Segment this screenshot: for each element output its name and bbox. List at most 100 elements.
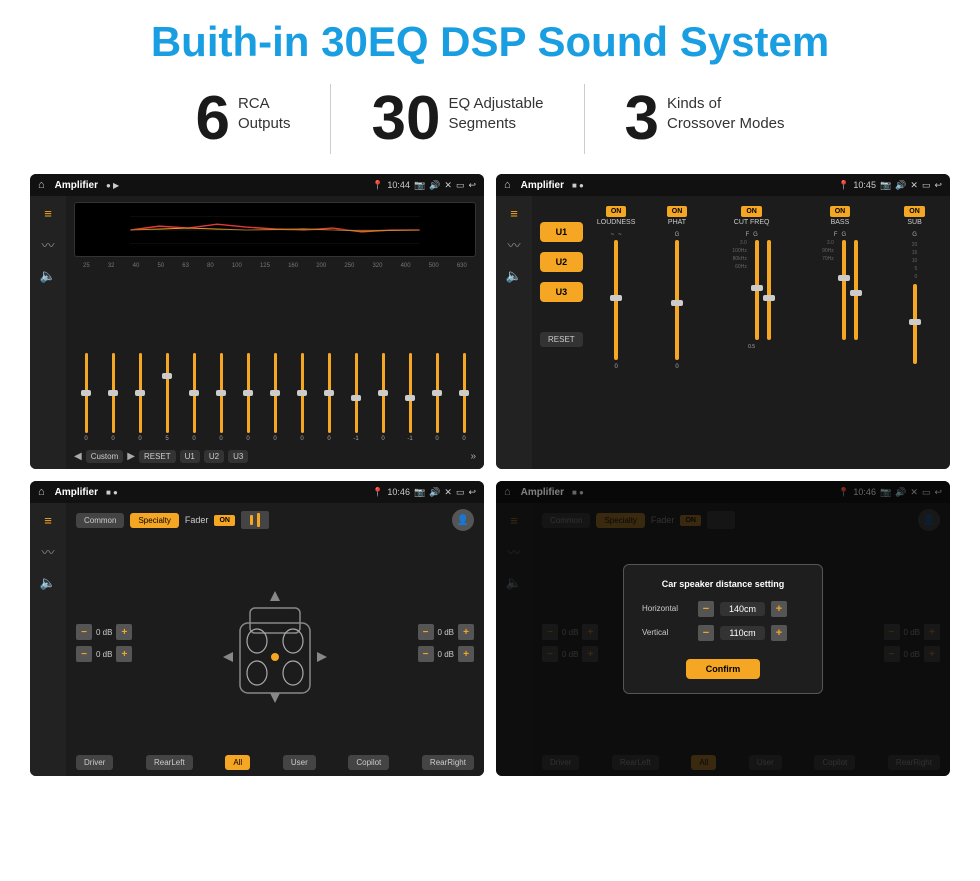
- xo-phat-label: PHAT: [668, 219, 686, 226]
- stat-number-eq: 30: [371, 88, 440, 150]
- volume-icon: 🔊: [429, 180, 440, 191]
- xo-sub-label: SUB: [907, 219, 921, 226]
- xo-location-icon: 📍: [838, 180, 849, 191]
- fader-main-content: Common Specialty Fader ON 👤: [66, 503, 484, 776]
- eq-slider-14: 0: [425, 353, 449, 442]
- fader-volume-icon: 🔊: [429, 487, 440, 498]
- dialog-vertical-row: Vertical − 110cm +: [642, 625, 804, 641]
- eq-wave-icon[interactable]: 〰: [41, 235, 54, 254]
- xo-u3-btn[interactable]: U3: [540, 282, 583, 302]
- eq-slider-10: 0: [317, 353, 341, 442]
- fader-on-btn[interactable]: ON: [214, 515, 235, 526]
- fader-db1-minus[interactable]: −: [76, 624, 92, 640]
- fader-all-btn[interactable]: All: [225, 755, 250, 770]
- xo-u1-btn[interactable]: U1: [540, 222, 583, 242]
- eq-next-arrow[interactable]: ▶: [127, 451, 135, 462]
- xo-filter-icon[interactable]: ≡: [510, 206, 518, 221]
- fader-home-icon: ⌂: [38, 486, 45, 498]
- xo-wave-icon[interactable]: 〰: [507, 235, 520, 254]
- stat-number-crossover: 3: [625, 88, 659, 150]
- stat-eq: 30 EQ AdjustableSegments: [331, 88, 583, 150]
- confirm-button[interactable]: Confirm: [686, 659, 761, 679]
- fader-common-tab[interactable]: Common: [76, 513, 124, 528]
- dialog-vertical-value: 110cm: [720, 626, 765, 640]
- close-icon: ✕: [444, 180, 452, 191]
- xo-speaker-icon[interactable]: 🔈: [506, 268, 522, 284]
- fader-camera-icon: 📷: [414, 487, 425, 498]
- xo-sub-on[interactable]: ON: [904, 206, 925, 217]
- xo-u2-btn[interactable]: U2: [540, 252, 583, 272]
- xo-bass-on[interactable]: ON: [830, 206, 851, 217]
- fader-copilot-btn[interactable]: Copilot: [348, 755, 389, 770]
- xo-minimize-icon: ▭: [922, 180, 931, 191]
- xo-side-icons: ≡ 〰 🔈: [496, 196, 532, 469]
- xo-loudness-thumb[interactable]: [610, 295, 622, 301]
- dialog-horizontal-row: Horizontal − 140cm +: [642, 601, 804, 617]
- xo-cutfreq-track2: [767, 240, 771, 340]
- fader-driver-btn[interactable]: Driver: [76, 755, 113, 770]
- fader-db3-minus[interactable]: −: [418, 624, 434, 640]
- fader-wave-icon[interactable]: 〰: [41, 542, 54, 561]
- fader-db1-plus[interactable]: +: [116, 624, 132, 640]
- dialog-vertical-minus[interactable]: −: [698, 625, 714, 641]
- xo-bass-thumb1[interactable]: [838, 275, 850, 281]
- fader-db3-plus[interactable]: +: [458, 624, 474, 640]
- location-icon: 📍: [372, 180, 383, 191]
- xo-sub-sublabel: G: [912, 232, 917, 238]
- xo-channels: ON LOUDNESS ~ ~ 0: [589, 202, 942, 463]
- xo-reset-btn[interactable]: RESET: [540, 332, 583, 347]
- eq-slider-11: -1: [344, 353, 368, 442]
- xo-phat-on[interactable]: ON: [667, 206, 688, 217]
- xo-phat-thumb[interactable]: [671, 300, 683, 306]
- xo-sub-thumb[interactable]: [909, 319, 921, 325]
- fader-location-icon: 📍: [372, 487, 383, 498]
- fader-db4-minus[interactable]: −: [418, 646, 434, 662]
- fader-db2-minus[interactable]: −: [76, 646, 92, 662]
- eq-u3-btn[interactable]: U3: [228, 450, 248, 463]
- xo-bass-tracks: 3.0 90Hz 70Hz: [822, 240, 858, 340]
- fader-specialty-tab[interactable]: Specialty: [130, 513, 178, 528]
- fader-time: 10:46: [387, 487, 410, 497]
- fader-controls-row: − 0 dB + − 0 dB +: [76, 537, 474, 749]
- xo-loudness-on[interactable]: ON: [606, 206, 627, 217]
- xo-bass-thumb2[interactable]: [850, 290, 862, 296]
- eq-expand-arrow[interactable]: »: [470, 451, 476, 462]
- xo-loudness-value: 0: [614, 364, 617, 370]
- xo-loudness: ON LOUDNESS ~ ~ 0: [589, 206, 644, 463]
- eq-u1-btn[interactable]: U1: [180, 450, 200, 463]
- xo-cutfreq-thumb2[interactable]: [763, 295, 775, 301]
- eq-slider-4: 5: [155, 353, 179, 442]
- screenshots-grid: ⌂ Amplifier ● ▶ 📍 10:44 📷 🔊 ✕ ▭ ↩ ≡ 〰: [30, 174, 950, 776]
- fader-rearleft-btn[interactable]: RearLeft: [146, 755, 193, 770]
- fader-user-btn[interactable]: User: [283, 755, 316, 770]
- xo-status-right: 📍 10:45 📷 🔊 ✕ ▭ ↩: [838, 180, 942, 191]
- fader-db2-plus[interactable]: +: [116, 646, 132, 662]
- fader-rearright-btn[interactable]: RearRight: [422, 755, 474, 770]
- crossover-screen: ⌂ Amplifier ■ ● 📍 10:45 📷 🔊 ✕ ▭ ↩ ≡ 〰 🔈: [496, 174, 950, 469]
- stat-label-crossover: Kinds ofCrossover Modes: [667, 88, 785, 133]
- eq-filter-icon[interactable]: ≡: [44, 206, 52, 221]
- eq-slider-6: 0: [209, 353, 233, 442]
- eq-speaker-icon[interactable]: 🔈: [40, 268, 56, 284]
- dialog-horizontal-minus[interactable]: −: [698, 601, 714, 617]
- eq-reset-btn[interactable]: RESET: [139, 450, 176, 463]
- xo-cutfreq-thumb1[interactable]: [751, 285, 763, 291]
- xo-loudness-labels: ~ ~: [611, 232, 622, 238]
- eq-slider-15: 0: [452, 353, 476, 442]
- fader-speaker-icon[interactable]: 🔈: [40, 575, 56, 591]
- eq-graph: [74, 202, 476, 257]
- avatar-icon[interactable]: 👤: [452, 509, 474, 531]
- eq-screen-content: ≡ 〰 🔈: [30, 196, 484, 469]
- dialog-vertical-plus[interactable]: +: [771, 625, 787, 641]
- fader-db4-plus[interactable]: +: [458, 646, 474, 662]
- stat-label-eq: EQ AdjustableSegments: [448, 88, 543, 133]
- fader-filter-icon[interactable]: ≡: [44, 513, 52, 528]
- xo-sub-track: [913, 284, 917, 364]
- xo-close-icon: ✕: [910, 180, 918, 191]
- dialog-horizontal-plus[interactable]: +: [771, 601, 787, 617]
- home-icon: ⌂: [38, 179, 45, 191]
- eq-prev-arrow[interactable]: ◀: [74, 451, 82, 462]
- eq-u2-btn[interactable]: U2: [204, 450, 224, 463]
- xo-cutfreq-on[interactable]: ON: [741, 206, 762, 217]
- eq-slider-3: 0: [128, 353, 152, 442]
